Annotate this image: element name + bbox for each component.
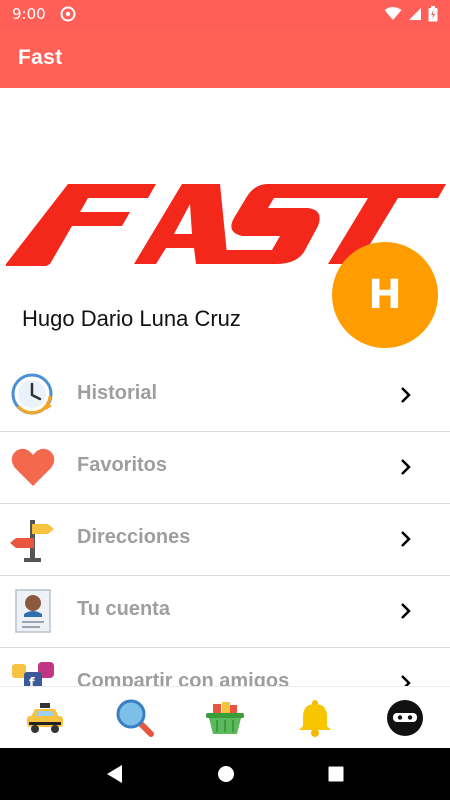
nav-taxi-button[interactable] [23,696,67,740]
chevron-right-icon [401,459,411,475]
nav-search-button[interactable] [113,696,157,740]
user-name: Hugo Dario Luna Cruz [22,306,241,331]
account-card-icon [15,589,51,633]
menu-item-label: Favoritos [77,454,168,476]
ninja-icon [387,699,423,736]
nav-profile-button[interactable] [383,696,427,740]
wifi-icon [384,7,402,20]
menu-item-direcciones[interactable]: Direcciones [0,504,450,576]
menu-item-compartir[interactable]: f Compartir con amigos [0,648,450,686]
menu-item-label: Direcciones [77,526,191,548]
app-bar: Fast [0,28,450,88]
nav-notifications-button[interactable] [293,696,337,740]
social-share-icon: f [12,662,54,686]
menu-item-historial[interactable]: Historial [0,360,450,432]
svg-text:f: f [29,676,35,686]
recents-icon[interactable] [328,766,344,782]
signpost-icon [10,520,54,562]
profile-header: Hugo Dario Luna Cruz H [0,88,450,360]
signal-icon [409,8,421,20]
basket-icon [206,701,244,734]
menu-item-label: Compartir con amigos [77,670,290,686]
menu-item-tu-cuenta[interactable]: Tu cuenta [0,576,450,648]
chevron-right-icon [401,603,411,619]
back-icon[interactable] [106,764,124,784]
app-title: Fast [18,46,63,69]
status-time: 9:00 [12,5,46,23]
status-bar: 9:00 [0,0,450,28]
avatar-initial: H [368,272,402,318]
menu-item-favoritos[interactable]: Favoritos [0,432,450,504]
search-icon [116,699,154,737]
do-not-disturb-icon [60,6,76,22]
taxi-icon [27,702,63,733]
chevron-right-icon [401,675,411,686]
clock-history-icon [11,373,53,415]
menu-item-label: Historial [77,382,158,404]
nav-basket-button[interactable] [203,696,247,740]
bell-icon [299,699,331,737]
system-navigation-bar [0,748,450,800]
avatar[interactable]: H [332,242,438,348]
chevron-right-icon [401,387,411,403]
home-icon[interactable] [217,765,235,783]
bottom-navigation [0,686,450,748]
battery-icon [428,6,438,22]
chevron-right-icon [401,531,411,547]
drawer-menu: Historial Favoritos Direcciones Tu cuent… [0,360,450,686]
menu-item-label: Tu cuenta [77,598,170,620]
heart-icon [11,448,55,486]
